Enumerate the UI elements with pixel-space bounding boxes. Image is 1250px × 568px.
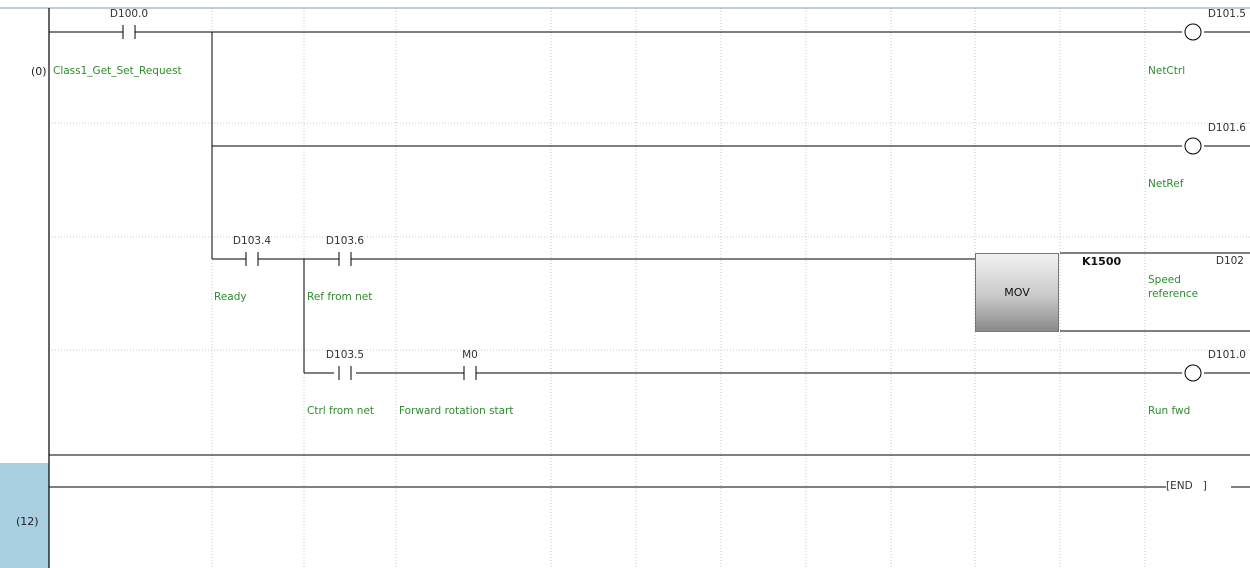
- mov-instruction-label: MOV: [1004, 286, 1030, 299]
- contact-d100-0[interactable]: [118, 25, 140, 39]
- contact-m0-comment: Forward rotation start: [399, 405, 514, 417]
- mov-destination-operand: D102: [1215, 255, 1244, 267]
- mov-source-operand: K1500: [1082, 255, 1122, 268]
- coil-d101-6[interactable]: [1184, 137, 1202, 155]
- contact-d103-5[interactable]: [338, 366, 352, 380]
- step-number-12: (12): [16, 515, 39, 528]
- mov-destination-comment-line1: Speed: [1148, 274, 1181, 286]
- contact-d103-6[interactable]: [334, 252, 356, 266]
- contact-d103-5-comment: Ctrl from net: [307, 405, 375, 417]
- coil-d101-0-device: D101.0: [1207, 349, 1246, 361]
- contact-d100-0-device: D100.0: [109, 8, 149, 20]
- grid-rows: [49, 122, 1250, 351]
- coil-d101-0-comment: Run fwd: [1148, 405, 1191, 417]
- contact-d103-4[interactable]: [241, 252, 263, 266]
- coil-d101-6-comment: NetRef: [1148, 178, 1184, 190]
- contact-d103-6-device: D103.6: [325, 235, 365, 247]
- contact-m0-device: M0: [462, 349, 478, 361]
- contact-d100-0-comment: Class1_Get_Set_Request: [53, 65, 182, 77]
- coil-d101-5-comment: NetCtrl: [1148, 65, 1186, 77]
- coil-d101-5-device: D101.5: [1207, 8, 1246, 20]
- contact-d103-6-comment: Ref from net: [307, 291, 373, 303]
- end-instruction-label: END: [1170, 480, 1193, 492]
- mov-instruction-block[interactable]: MOV: [975, 253, 1059, 332]
- coil-d101-6-device: D101.6: [1207, 122, 1246, 134]
- contact-d103-4-device: D103.4: [232, 235, 272, 247]
- coil-d101-5[interactable]: [1184, 23, 1202, 41]
- contact-m0[interactable]: [459, 366, 481, 380]
- ladder-diagram: [0, 7, 1250, 568]
- contact-d103-4-comment: Ready: [214, 291, 247, 303]
- contact-d103-5-device: D103.5: [325, 349, 365, 361]
- coil-d101-0[interactable]: [1184, 364, 1202, 382]
- step-number-0: (0): [31, 65, 47, 78]
- end-instruction[interactable]: [END ]: [1166, 480, 1207, 493]
- mov-destination-comment-line2: reference: [1148, 288, 1199, 300]
